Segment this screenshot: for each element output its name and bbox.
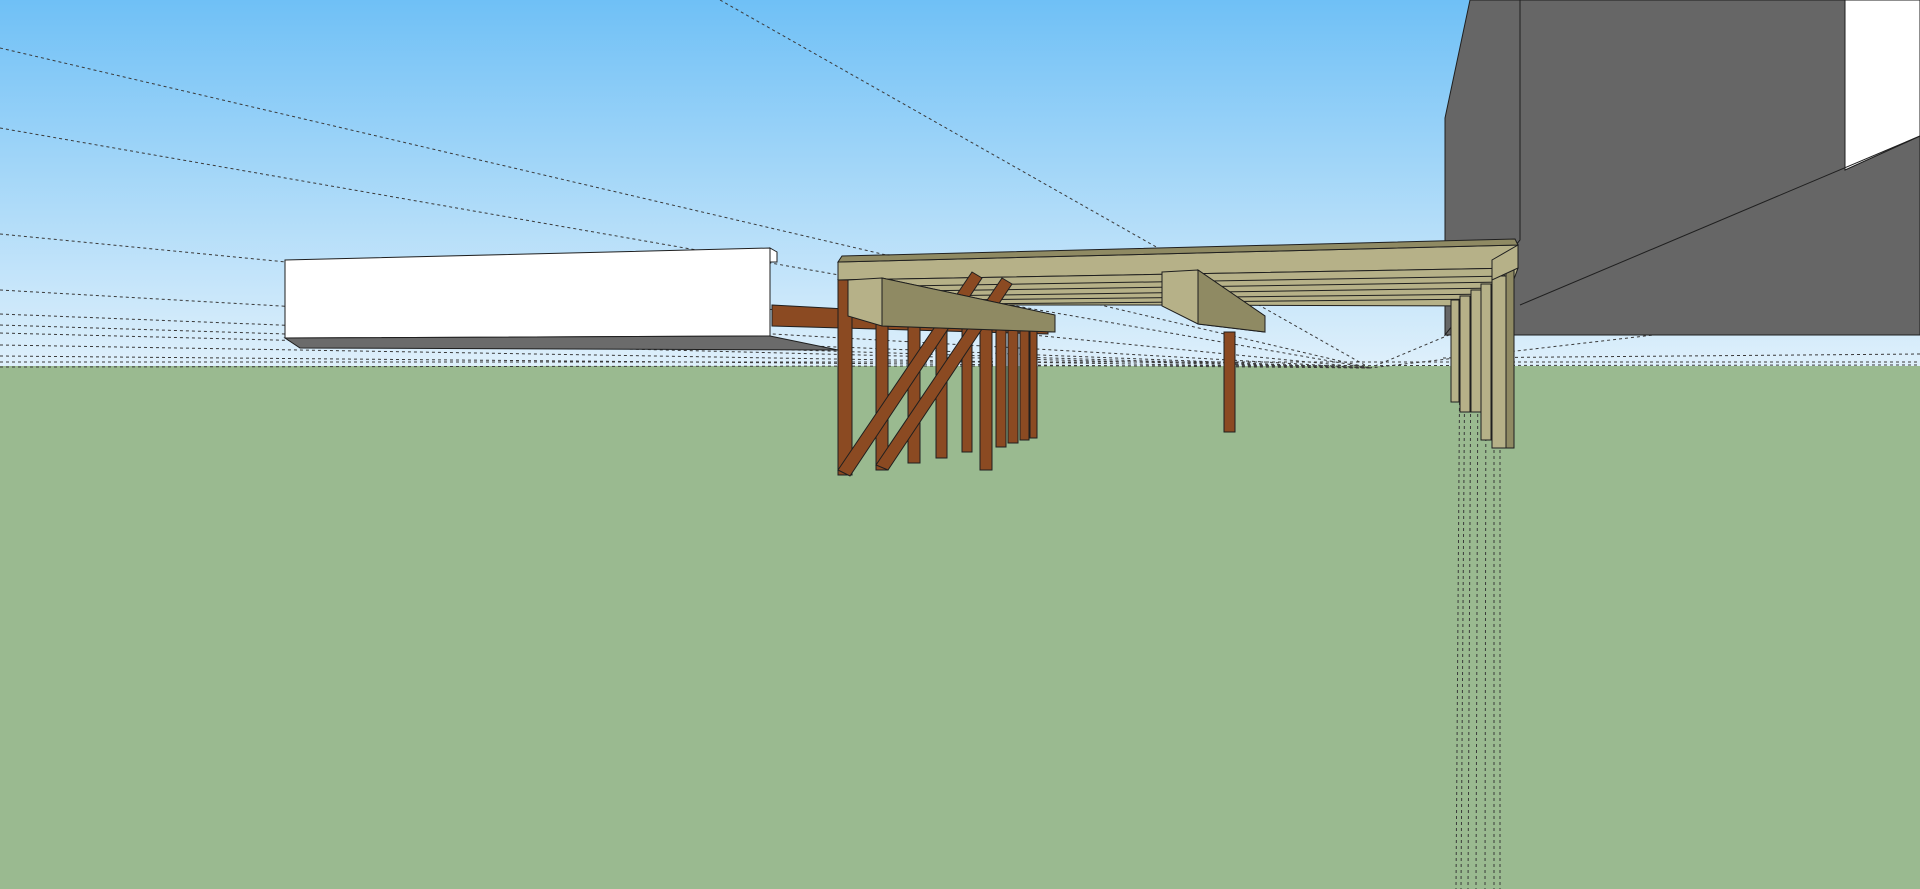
- ground-plane: [0, 366, 1920, 889]
- wood-post: [1007, 324, 1019, 444]
- single-post[interactable]: [1223, 331, 1236, 433]
- white-block-shadow: [283, 335, 839, 351]
- wood-post: [995, 324, 1007, 448]
- wood-post: [1450, 299, 1460, 403]
- wood-post-shade: [1505, 267, 1515, 449]
- modeling-canvas[interactable]: [0, 0, 1920, 889]
- white-block[interactable]: [283, 247, 839, 351]
- wood-post: [1459, 295, 1471, 413]
- wood-post: [1491, 275, 1507, 449]
- wood-post: [1223, 331, 1236, 433]
- building-wall[interactable]: [1443, 0, 1920, 337]
- wood-post: [1029, 329, 1038, 439]
- wood-post: [979, 319, 993, 471]
- white-block-front: [284, 247, 771, 339]
- 3d-viewport[interactable]: [0, 0, 1920, 889]
- wood-post: [1470, 289, 1482, 413]
- wood-post: [1019, 327, 1030, 441]
- wood-post: [1480, 283, 1492, 441]
